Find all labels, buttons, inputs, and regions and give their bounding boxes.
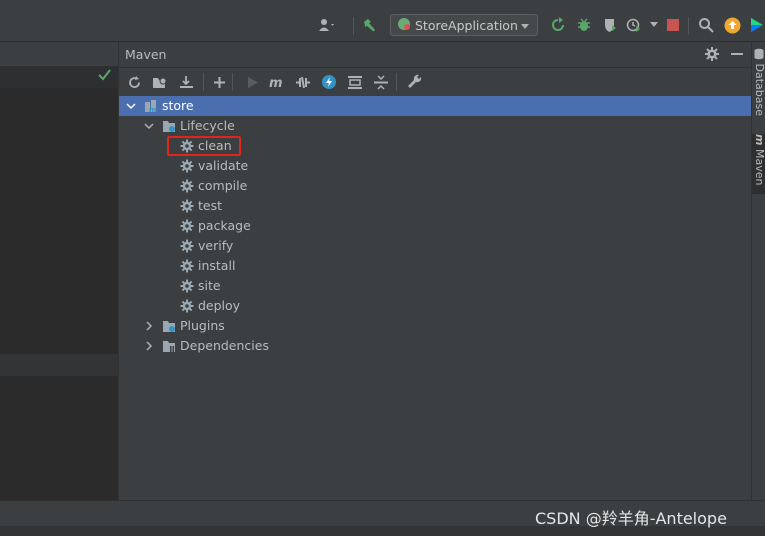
chevron-down-icon[interactable] [125,100,137,112]
left-panel-header [0,42,118,67]
tree-node-phase-site[interactable]: site [119,276,751,296]
toolbar-separator [232,73,233,91]
toggle-offline-icon[interactable] [294,73,312,91]
tree-node-phase-package[interactable]: package [119,216,751,236]
tree-node-phase-compile[interactable]: compile [119,176,751,196]
stop-icon[interactable] [664,16,682,34]
maven-goal-icon[interactable]: m [268,73,286,91]
chevron-right-icon[interactable] [143,340,155,352]
maven-project-tree: m store Lifecycle clean validate compile… [119,96,751,500]
watermark-text: CSDN @羚羊角-Antelope [535,509,727,528]
tree-node-project[interactable]: m store [119,96,751,116]
gear-icon [180,239,194,253]
user-icon[interactable] [318,16,336,34]
left-panel-strip [0,354,118,376]
tree-node-lifecycle[interactable]: Lifecycle [119,116,751,136]
database-icon [753,48,765,64]
tree-node-label: Plugins [180,318,225,333]
gear-icon [180,259,194,273]
rerun-icon[interactable] [549,16,567,34]
tree-node-label: deploy [198,298,241,313]
toolbar-separator [203,73,204,91]
gear-icon [180,299,194,313]
wrench-icon[interactable] [406,73,424,91]
chevron-down-icon[interactable] [143,120,155,132]
right-tool-strip: Database m Maven [751,42,765,500]
tree-node-phase-verify[interactable]: verify [119,236,751,256]
gear-icon [180,159,194,173]
chevron-down-icon[interactable] [645,16,663,34]
maven-title: Maven [125,47,167,62]
chevron-down-icon [521,18,529,33]
left-panel [0,42,119,502]
tree-node-label: Lifecycle [180,118,235,133]
folder-icon [162,319,176,333]
folder-icon [162,119,176,133]
profile-icon[interactable] [625,16,643,34]
tab-database[interactable]: Database [752,48,765,116]
gear-icon [180,279,194,293]
tree-node-label: verify [198,238,234,253]
maven-toolbar: m [119,68,751,97]
tree-node-label: install [198,258,236,273]
svg-text:m: m [269,76,283,89]
run-icon[interactable] [244,73,262,91]
jetbrains-toolbox-icon[interactable] [748,16,765,34]
svg-text:m: m [149,106,156,113]
tree-node-label: Dependencies [180,338,269,353]
maven-project-icon: m [144,99,158,114]
checkmark-icon [98,69,111,84]
chevron-right-icon[interactable] [143,320,155,332]
update-icon[interactable] [723,16,741,34]
skip-tests-icon[interactable] [320,73,338,91]
tree-node-label: store [162,98,194,113]
search-icon[interactable] [697,16,715,34]
highlight-box [167,136,241,156]
coverage-icon[interactable] [601,16,619,34]
toolbar-separator [688,17,689,35]
run-configuration-selector[interactable]: StoreApplication [390,14,538,36]
tree-node-label: validate [198,158,249,173]
dependencies-folder-icon [162,339,176,353]
spring-boot-icon [397,17,411,34]
tab-maven[interactable]: m Maven [752,134,765,194]
tree-node-phase-validate[interactable]: validate [119,156,751,176]
tree-node-phase-test[interactable]: test [119,196,751,216]
minimize-icon[interactable] [731,53,743,55]
tree-node-dependencies[interactable]: Dependencies [119,336,751,356]
build-hammer-icon[interactable] [361,16,379,34]
tree-node-plugins[interactable]: Plugins [119,316,751,336]
gear-icon[interactable] [705,47,719,64]
tree-node-label: test [198,198,223,213]
maven-icon: m [753,134,765,146]
toolbar-separator [353,17,354,35]
add-icon[interactable] [210,73,228,91]
main-toolbar: StoreApplication [0,10,765,42]
left-panel-row [0,66,118,88]
add-folder-icon[interactable] [151,73,169,91]
toolbar-separator [396,73,397,91]
gear-icon [180,219,194,233]
collapse-all-icon[interactable] [372,73,390,91]
tree-node-label: site [198,278,221,293]
tab-database-label: Database [753,63,765,117]
tree-node-phase-install[interactable]: install [119,256,751,276]
gear-icon [180,179,194,193]
maven-tool-window: Maven m m store Lifecycle clean validate… [119,42,751,500]
tree-node-label: package [198,218,251,233]
run-configuration-label: StoreApplication [415,17,518,33]
debug-icon[interactable] [575,16,593,34]
show-dependencies-icon[interactable] [346,73,364,91]
tree-node-label: compile [198,178,248,193]
tree-node-phase-deploy[interactable]: deploy [119,296,751,316]
reload-icon[interactable] [125,73,143,91]
download-icon[interactable] [177,73,195,91]
tab-maven-label: Maven [753,148,765,186]
gear-icon [180,199,194,213]
maven-title-bar: Maven [119,42,751,68]
